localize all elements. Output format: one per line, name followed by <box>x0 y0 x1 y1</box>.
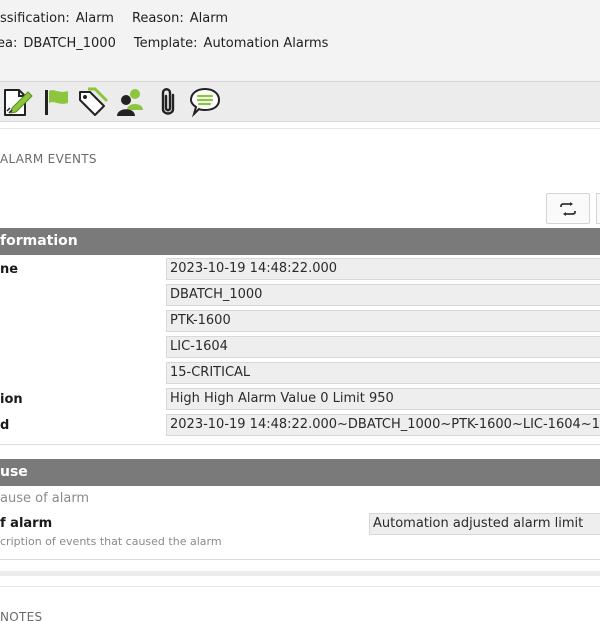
secondary-action-button[interactable] <box>596 193 600 224</box>
comment-icon[interactable] <box>189 86 221 118</box>
tags-icon[interactable] <box>76 86 108 118</box>
flag-icon[interactable] <box>40 86 72 118</box>
template-label: Template: <box>133 36 198 51</box>
info-row-6-label: d <box>0 418 10 433</box>
information-panel-header: formation <box>0 228 600 255</box>
reason-label: Reason: <box>131 11 184 26</box>
info-row-1-value: DBATCH_1000 <box>166 284 600 306</box>
cause-panel-header: use <box>0 459 600 486</box>
cause-field-help: cription of events that caused the alarm <box>0 535 222 548</box>
divider <box>0 586 600 587</box>
info-row-6-value: 2023-10-19 14:48:22.000~DBATCH_1000~PTK-… <box>166 414 600 436</box>
classification-label: assification: <box>0 11 70 26</box>
cause-field-value[interactable]: Automation adjusted alarm limit <box>369 513 600 535</box>
cause-subtitle: ause of alarm <box>0 491 90 506</box>
classification-value: Alarm <box>75 11 114 26</box>
info-row-2-value: PTK-1600 <box>166 310 600 332</box>
notes-caption: NOTES <box>0 610 43 621</box>
info-row-5-value: High High Alarm Value 0 Limit 950 <box>166 388 600 410</box>
refresh-button[interactable] <box>546 193 590 224</box>
record-toolbar <box>0 82 600 122</box>
divider <box>0 128 600 129</box>
alarm-events-caption: ALARM EVENTS <box>0 152 97 166</box>
record-header: assification: Alarm Reason: Alarm rea: DBATC… <box>0 0 600 82</box>
attachment-icon[interactable] <box>152 86 184 118</box>
reason-value: Alarm <box>189 11 229 26</box>
header-row-1: assification: Alarm Reason: Alarm <box>0 11 228 26</box>
area-label: rea: <box>0 36 18 51</box>
info-row-0-value: 2023-10-19 14:48:22.000 <box>166 258 600 280</box>
info-row-3-value: LIC-1604 <box>166 336 600 358</box>
refresh-icon <box>560 202 576 216</box>
header-row-2: rea: DBATCH_1000 Template: Automation Alarm… <box>0 36 328 51</box>
cause-field-label: f alarm <box>0 516 53 531</box>
info-row-5-label: ion <box>0 392 23 407</box>
edit-document-icon[interactable] <box>2 86 34 118</box>
section-divider <box>0 571 600 576</box>
area-value: DBATCH_1000 <box>23 36 116 51</box>
info-row-0-label: ne <box>0 262 19 277</box>
info-row-4-value: 15-CRITICAL <box>166 362 600 384</box>
template-value: Automation Alarms <box>203 36 329 51</box>
users-icon[interactable] <box>114 86 146 118</box>
